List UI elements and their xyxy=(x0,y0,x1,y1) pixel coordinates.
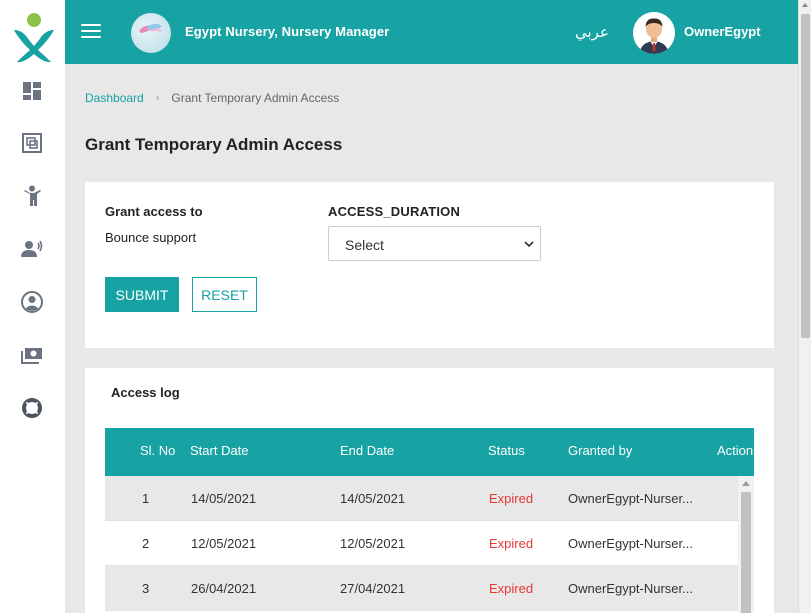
cell-sl-no: 2 xyxy=(142,536,150,551)
support-icon[interactable] xyxy=(20,396,44,420)
cell-start-date: 12/05/2021 xyxy=(191,536,257,551)
nursery-title: Egypt Nursery, Nursery Manager xyxy=(185,24,390,39)
menu-icon[interactable] xyxy=(81,24,101,40)
parents-icon[interactable] xyxy=(20,237,44,261)
access-duration-label: ACCESS_DURATION xyxy=(328,204,461,219)
cell-status: Expired xyxy=(489,536,534,551)
dashboard-icon[interactable] xyxy=(20,79,44,103)
column-granted-by[interactable]: Granted by xyxy=(568,443,632,458)
grant-access-card: Grant access to Bounce support ACCESS_DU… xyxy=(85,182,774,348)
column-actions[interactable]: Actions xyxy=(717,443,754,458)
cell-start-date: 26/04/2021 xyxy=(191,581,257,596)
column-start-date[interactable]: Start Date xyxy=(190,443,249,458)
breadcrumb-current: Grant Temporary Admin Access xyxy=(171,91,340,105)
column-end-date[interactable]: End Date xyxy=(340,443,394,458)
cell-status: Expired xyxy=(489,581,534,596)
chevron-down-icon xyxy=(524,241,534,248)
scroll-up-icon[interactable] xyxy=(802,3,808,7)
access-duration-select[interactable]: Select xyxy=(328,226,541,261)
child-icon[interactable] xyxy=(20,184,44,208)
grant-access-label: Grant access to xyxy=(105,204,203,219)
breadcrumb: Dashboard › Grant Temporary Admin Access xyxy=(85,91,339,105)
table-row[interactable]: 2 12/05/2021 12/05/2021 Expired OwnerEgy… xyxy=(105,521,738,566)
table-scrollbar[interactable] xyxy=(738,476,754,613)
table-scrollbar-thumb[interactable] xyxy=(741,492,751,613)
page-title: Grant Temporary Admin Access xyxy=(85,135,343,154)
cell-end-date: 14/05/2021 xyxy=(340,491,406,506)
gallery-icon[interactable] xyxy=(20,131,44,155)
access-log-table: Sl. No Start Date End Date Status Grante… xyxy=(105,428,754,613)
sidebar xyxy=(0,0,65,613)
app-logo[interactable] xyxy=(11,12,57,64)
page-scrollbar[interactable] xyxy=(798,0,811,613)
username[interactable]: OwnerEgypt xyxy=(684,24,761,39)
cell-granted-by: OwnerEgypt-Nurser... xyxy=(568,536,693,551)
top-header: Egypt Nursery, Nursery Manager عربي Owne… xyxy=(65,0,798,64)
access-log-card: Access log Sl. No Start Date End Date St… xyxy=(85,368,774,613)
access-log-title: Access log xyxy=(111,385,180,400)
grant-access-value: Bounce support xyxy=(105,230,197,245)
reset-button[interactable]: RESET xyxy=(192,277,257,312)
table-header: Sl. No Start Date End Date Status Grante… xyxy=(105,428,754,476)
cell-sl-no: 1 xyxy=(142,491,150,506)
select-value: Select xyxy=(345,237,384,253)
chevron-right-icon: › xyxy=(155,92,160,104)
breadcrumb-dashboard[interactable]: Dashboard xyxy=(85,91,144,105)
language-switch[interactable]: عربي xyxy=(575,23,609,41)
scroll-up-icon[interactable] xyxy=(742,481,750,486)
cell-start-date: 14/05/2021 xyxy=(191,491,257,506)
user-icon[interactable] xyxy=(20,290,44,314)
submit-button[interactable]: SUBMIT xyxy=(105,277,179,312)
scrollbar-thumb[interactable] xyxy=(801,14,810,338)
avatar[interactable] xyxy=(633,12,675,54)
cell-granted-by: OwnerEgypt-Nurser... xyxy=(568,581,693,596)
nursery-logo xyxy=(131,13,171,53)
payments-icon[interactable] xyxy=(20,344,44,368)
column-status[interactable]: Status xyxy=(488,443,525,458)
cell-granted-by: OwnerEgypt-Nurser... xyxy=(568,491,693,506)
table-row[interactable]: 1 14/05/2021 14/05/2021 Expired OwnerEgy… xyxy=(105,476,738,521)
cell-status: Expired xyxy=(489,491,534,506)
column-sl-no[interactable]: Sl. No xyxy=(140,443,175,458)
cell-end-date: 12/05/2021 xyxy=(340,536,406,551)
table-row[interactable]: 3 26/04/2021 27/04/2021 Expired OwnerEgy… xyxy=(105,566,738,611)
cell-end-date: 27/04/2021 xyxy=(340,581,406,596)
cell-sl-no: 3 xyxy=(142,581,150,596)
